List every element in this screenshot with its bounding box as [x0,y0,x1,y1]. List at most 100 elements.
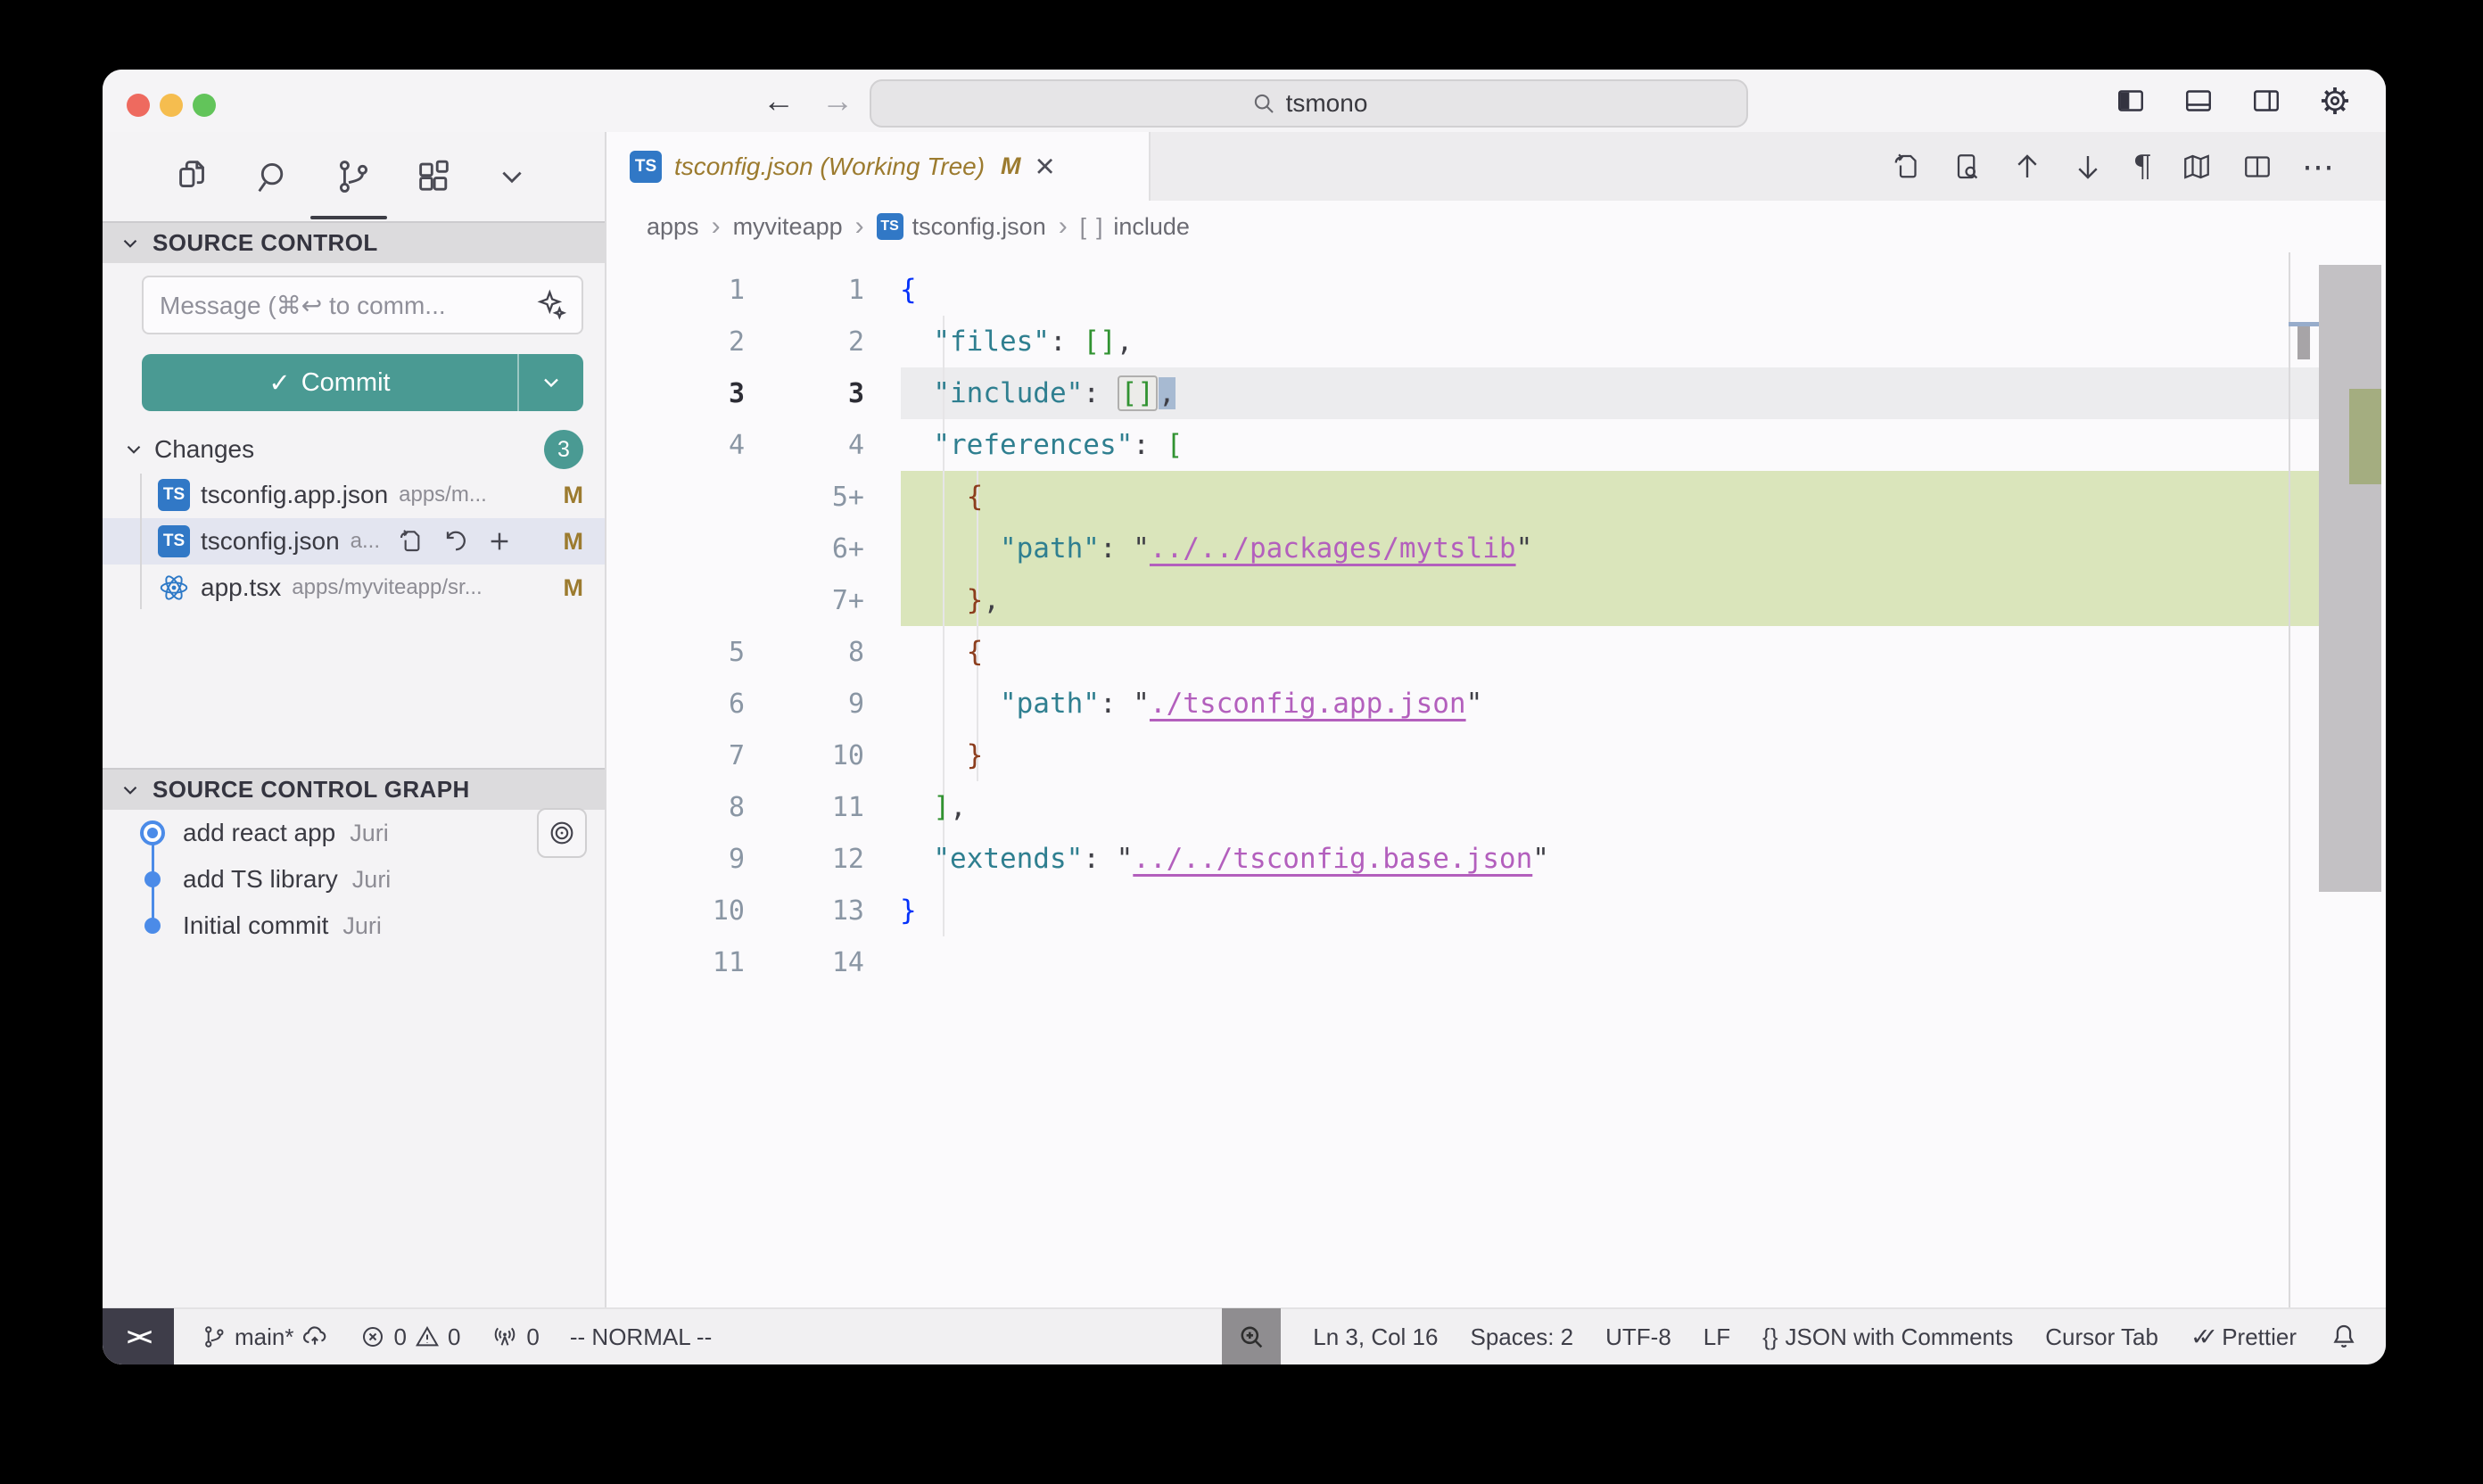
code-line[interactable]: 69 "path": "./tsconfig.app.json" [606,678,2386,730]
breadcrumb-item-apps[interactable]: apps [647,213,699,241]
line-background [901,574,2319,626]
stage-changes-icon[interactable] [485,527,514,556]
cursor-tab-item[interactable]: Cursor Tab [2045,1323,2158,1351]
editor-scrollbar[interactable] [2319,265,2381,892]
source-control-icon[interactable] [333,156,374,197]
remote-indicator[interactable]: >< [103,1308,174,1364]
next-change-icon[interactable] [2072,151,2104,183]
code-line[interactable]: 1013} [606,885,2386,936]
preview-search-icon[interactable] [1951,151,1983,183]
previous-change-icon[interactable] [2011,151,2043,183]
notifications-bell-icon[interactable] [2329,1322,2359,1352]
commit-row[interactable]: add TS libraryJuri [103,856,605,903]
source-control-graph-header[interactable]: SOURCE CONTROL GRAPH [103,768,605,810]
minimize-traffic-light[interactable] [160,94,183,117]
whitespace-toggle-icon[interactable]: ¶ [2132,149,2152,185]
code-line[interactable]: 22 "files": [], [606,316,2386,367]
eol-item[interactable]: LF [1703,1323,1730,1351]
tab-close-icon[interactable]: × [1035,153,1055,180]
breadcrumb-separator-icon: › [1059,211,1068,242]
ports-status-item[interactable]: 0 [491,1323,539,1351]
code-line[interactable]: 11{ [606,264,2386,316]
code-line[interactable]: 5+ { [606,471,2386,523]
section-title: SOURCE CONTROL [153,229,378,257]
commit-row[interactable]: Initial commitJuri [103,903,605,949]
open-changes-icon[interactable] [1890,151,1922,183]
toggle-right-sidebar-icon[interactable] [2250,85,2282,117]
activity-bar [103,132,605,221]
code-line[interactable]: 33 "include": [], [606,367,2386,419]
explorer-icon[interactable] [172,156,213,197]
tree-indent-guide [140,474,142,609]
breadcrumb-item-tsconfig-json[interactable]: TStsconfig.json [877,213,1046,241]
more-actions-icon[interactable]: ⋯ [2302,148,2336,186]
problems-status-item[interactable]: 0 0 [359,1323,460,1351]
new-line-number: 5+ [754,482,870,513]
changed-file-row[interactable]: app.tsxapps/myviteapp/sr...M [103,565,605,611]
tab-modified-badge: M [1001,153,1021,180]
code-line[interactable]: 7+ }, [606,574,2386,626]
code-line[interactable]: 6+ "path": "../../packages/mytslib" [606,523,2386,574]
changes-section-header[interactable]: Changes 3 [103,427,605,472]
source-control-section-header[interactable]: SOURCE CONTROL [103,221,605,263]
changed-file-row[interactable]: TStsconfig.jsona...M [103,518,605,565]
chevron-down-icon[interactable] [493,158,531,195]
copilot-sparkle-icon[interactable] [533,287,569,323]
language-label: JSON with Comments [1786,1323,2014,1351]
settings-gear-icon[interactable] [2318,84,2352,118]
screencast-zoom-item[interactable] [1222,1308,1281,1364]
react-file-icon [158,572,190,604]
search-icon [1250,90,1277,117]
line-background [901,471,2319,523]
toggle-panel-icon[interactable] [2182,85,2215,117]
changed-file-row[interactable]: TStsconfig.app.jsonapps/m...M [103,472,605,518]
split-editor-icon[interactable] [2241,151,2273,183]
formatter-item[interactable]: ✓✓ Prettier [2190,1323,2297,1351]
vim-mode-indicator[interactable]: -- NORMAL -- [570,1323,712,1351]
language-mode-item[interactable]: {} JSON with Comments [1762,1323,2013,1351]
code-line[interactable]: 912 "extends": "../../tsconfig.base.json… [606,833,2386,885]
breadcrumb-item-include[interactable]: [ ]include [1080,213,1190,241]
close-traffic-light[interactable] [127,94,150,117]
checkout-target-button[interactable] [537,808,587,858]
tab-title: tsconfig.json (Working Tree) [674,153,985,181]
line-background [901,885,2319,936]
commit-dropdown-button[interactable] [517,354,583,411]
discard-changes-icon[interactable] [441,527,469,556]
open-file-icon[interactable] [396,527,425,556]
branch-status-item[interactable]: main* [201,1323,329,1351]
extensions-icon[interactable] [413,156,454,197]
map-icon[interactable] [2181,151,2213,183]
modified-status-badge: M [564,574,584,602]
forward-arrow-icon[interactable]: → [821,84,854,118]
warning-count: 0 [448,1323,460,1351]
breadcrumb-label: apps [647,213,699,241]
old-line-number: 6 [606,688,754,720]
commit-button[interactable]: ✓ Commit [142,354,583,411]
indentation-item[interactable]: Spaces: 2 [1470,1323,1573,1351]
code-line[interactable]: 44 "references": [ [606,419,2386,471]
code-line[interactable]: 811 ], [606,781,2386,833]
toggle-left-sidebar-icon[interactable] [2115,85,2147,117]
graph-section-title: SOURCE CONTROL GRAPH [153,776,470,804]
commit-message: Initial commit [183,911,328,940]
command-center-search[interactable]: tsmono [870,79,1748,128]
search-sidebar-icon[interactable] [252,156,293,197]
code-line[interactable]: 710 } [606,730,2386,781]
code-text: "path": "../../packages/mytslib" [900,532,1532,565]
encoding-item[interactable]: UTF-8 [1605,1323,1671,1351]
commit-message-input[interactable]: Message (⌘↩ to comm... [142,276,583,334]
commit-row[interactable]: add react appJuri [103,810,605,856]
back-arrow-icon[interactable]: ← [763,84,795,118]
code-line[interactable]: 1114 [606,936,2386,988]
formatter-label: Prettier [2222,1323,2297,1351]
file-path: apps/m... [399,482,487,507]
diff-editor[interactable]: 11{22 "files": [],33 "include": [],44 "r… [606,252,2386,1307]
maximize-traffic-light[interactable] [193,94,216,117]
breadcrumb-item-myviteapp[interactable]: myviteapp [733,213,843,241]
breadcrumb-label: tsconfig.json [912,213,1046,241]
cursor-position-item[interactable]: Ln 3, Col 16 [1313,1323,1438,1351]
tab-tsconfig-working-tree[interactable]: TS tsconfig.json (Working Tree) M × [606,132,1151,201]
code-line[interactable]: 58 { [606,626,2386,678]
file-row-actions [396,527,514,556]
